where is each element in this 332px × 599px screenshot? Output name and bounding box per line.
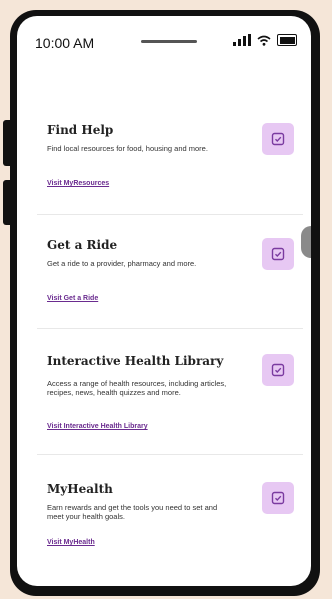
card-title: Interactive Health Library [47, 354, 224, 368]
checkbox-icon[interactable] [262, 482, 294, 514]
notch-bar [141, 40, 197, 43]
divider [37, 328, 303, 329]
card-description: Earn rewards and get the tools you need … [47, 503, 218, 521]
checkbox-icon[interactable] [262, 354, 294, 386]
card-title: MyHealth [47, 482, 113, 496]
visit-myresources-link[interactable]: Visit MyResources [47, 180, 109, 187]
card-title: Find Help [47, 123, 114, 137]
side-button-upper [3, 120, 10, 166]
card-description: Access a range of health resources, incl… [47, 379, 227, 397]
status-icons [233, 34, 297, 46]
checkbox-icon[interactable] [262, 123, 294, 155]
divider [37, 214, 303, 215]
battery-icon [277, 34, 297, 46]
checkbox-icon[interactable] [262, 238, 294, 270]
wifi-icon [257, 35, 271, 46]
phone-screen: 10:00 AM Find Help Find local resources … [17, 16, 311, 586]
card-description: Find local resources for food, housing a… [47, 144, 208, 153]
visit-get-a-ride-link[interactable]: Visit Get a Ride [47, 295, 98, 302]
visit-interactive-health-library-link[interactable]: Visit Interactive Health Library [47, 423, 148, 430]
side-button-lower [3, 180, 10, 225]
scroll-handle[interactable] [301, 226, 311, 258]
visit-myhealth-link[interactable]: Visit MyHealth [47, 539, 95, 546]
divider [37, 454, 303, 455]
card-title: Get a Ride [47, 238, 118, 252]
status-time: 10:00 AM [35, 35, 95, 51]
signal-icon [233, 34, 251, 46]
card-description: Get a ride to a provider, pharmacy and m… [47, 259, 197, 268]
status-bar: 10:00 AM [17, 16, 311, 64]
